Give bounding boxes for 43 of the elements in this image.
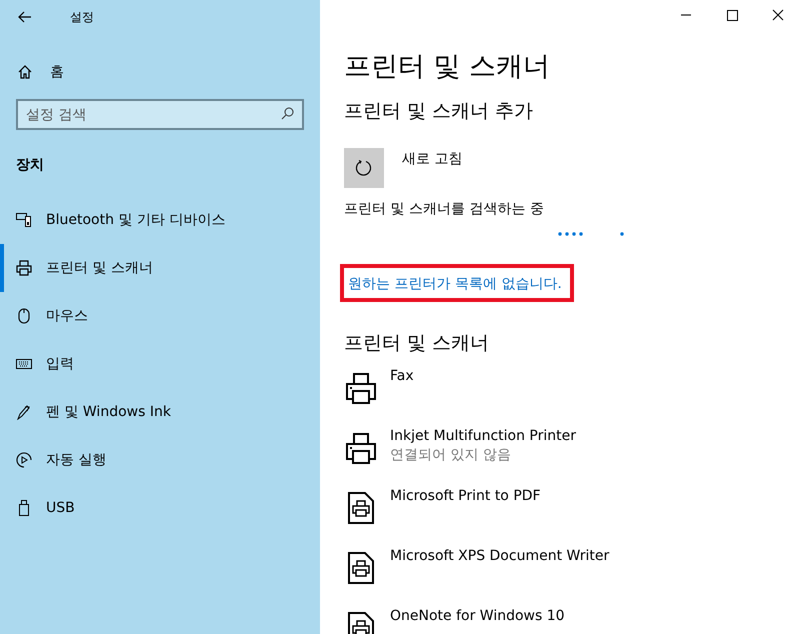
device-item[interactable]: Fax: [344, 368, 801, 416]
sidebar-item[interactable]: 입력: [0, 340, 320, 388]
sidebar-item[interactable]: Bluetooth 및 기타 디바이스: [0, 196, 320, 244]
window-title: 설정: [70, 8, 94, 26]
back-arrow-icon[interactable]: [18, 11, 32, 23]
printer-icon: [344, 432, 378, 464]
device-name: Fax: [390, 368, 414, 384]
home-link[interactable]: 홈: [18, 63, 64, 81]
device-item[interactable]: Microsoft XPS Document Writer: [344, 548, 801, 596]
device-name: Microsoft Print to PDF: [390, 488, 541, 504]
printer-icon: [16, 260, 32, 276]
device-status: 연결되어 있지 않음: [390, 446, 512, 464]
keyboard-phone-icon: [16, 212, 32, 228]
home-icon: [18, 65, 32, 79]
search-field[interactable]: 설정 검색: [16, 99, 304, 130]
progress-dots-icon: [558, 232, 625, 236]
section-heading: 프린터 및 스캐너 추가: [344, 99, 534, 124]
section-heading: 장치: [16, 156, 44, 174]
sidebar-item[interactable]: 펜 및 Windows Ink: [0, 388, 320, 436]
section-heading: 프린터 및 스캐너: [344, 331, 490, 356]
sidebar-item[interactable]: USB: [0, 484, 320, 532]
usb-drive-icon: [19, 500, 29, 516]
play-circle-icon: [16, 452, 32, 468]
refresh-label: 새로 고침: [402, 150, 462, 168]
page-title: 프린터 및 스캐너: [344, 50, 550, 84]
sidebar-item[interactable]: 프린터 및 스캐너: [0, 244, 320, 292]
mouse-icon: [18, 308, 30, 324]
sidebar-item[interactable]: 마우스: [0, 292, 320, 340]
pen-icon: [16, 404, 32, 420]
device-item[interactable]: Microsoft Print to PDF: [344, 488, 801, 536]
search-icon: [281, 107, 294, 120]
sidebar-item[interactable]: 자동 실행: [0, 436, 320, 484]
printer-not-listed-link[interactable]: 원하는 프린터가 목록에 없습니다.: [348, 276, 562, 292]
device-name: Inkjet Multifunction Printer: [390, 428, 576, 444]
device-name: Microsoft XPS Document Writer: [390, 548, 610, 564]
refresh-button[interactable]: [344, 148, 384, 188]
refresh-icon: [355, 159, 373, 177]
device-item[interactable]: OneNote for Windows 10: [344, 608, 801, 634]
status-text: 프린터 및 스캐너를 검색하는 중: [344, 200, 544, 218]
keyboard-icon: [16, 359, 32, 369]
printer-icon: [344, 372, 378, 404]
device-name: OneNote for Windows 10: [390, 608, 565, 624]
device-item[interactable]: Inkjet Multifunction Printer 연결되어 있지 않음: [344, 428, 801, 476]
